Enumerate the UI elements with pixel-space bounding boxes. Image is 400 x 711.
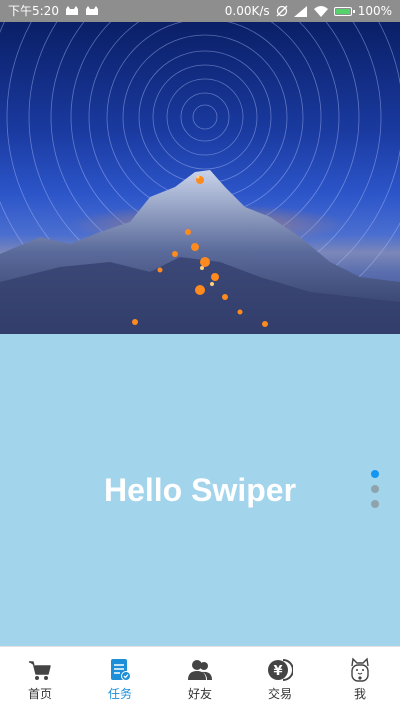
tab-friends-label: 好友	[187, 687, 212, 701]
cart-icon	[27, 657, 53, 683]
wifi-icon	[313, 5, 328, 17]
svg-text:¥: ¥	[273, 664, 282, 679]
task-document-icon	[107, 657, 133, 683]
status-left: 下午5:20	[8, 0, 99, 22]
swiper-pagination	[371, 470, 379, 508]
tab-home[interactable]: 首页	[0, 647, 80, 711]
battery-level: 100%	[357, 4, 392, 18]
pagination-dot[interactable]	[371, 485, 379, 493]
banner-image	[0, 22, 400, 334]
tab-tasks[interactable]: 任务	[80, 647, 160, 711]
bottom-tab-bar: 首页 任务 好友 ¥ 交易 我	[0, 646, 400, 711]
status-time: 下午5:20	[8, 4, 59, 18]
tab-me-label: 我	[353, 687, 366, 701]
lucky-cat-icon	[347, 657, 373, 683]
friends-icon	[187, 657, 213, 683]
tab-trade[interactable]: ¥ 交易	[240, 647, 320, 711]
tab-home-label: 首页	[27, 687, 52, 701]
tab-friends[interactable]: 好友	[160, 647, 240, 711]
pagination-dot[interactable]	[371, 500, 379, 508]
status-right: 0.00K/s 100%	[225, 0, 392, 22]
status-bar: 下午5:20 0.00K/s 100%	[0, 0, 400, 22]
cat-icon	[65, 6, 79, 16]
signal-icon	[293, 5, 308, 17]
network-speed: 0.00K/s	[224, 4, 270, 18]
swiper-title: Hello Swiper	[103, 472, 297, 508]
battery-charging-icon	[333, 6, 355, 16]
tab-tasks-label: 任务	[107, 687, 132, 701]
tab-me[interactable]: 我	[320, 647, 400, 711]
yen-coin-icon: ¥	[267, 657, 293, 683]
alarm-off-icon	[276, 5, 288, 17]
tab-trade-label: 交易	[267, 687, 292, 701]
star-trail-mountain-photo	[0, 22, 400, 334]
swiper-slide[interactable]: Hello Swiper	[0, 334, 400, 646]
cat-icon	[85, 6, 99, 16]
pagination-dot-active[interactable]	[371, 470, 379, 478]
